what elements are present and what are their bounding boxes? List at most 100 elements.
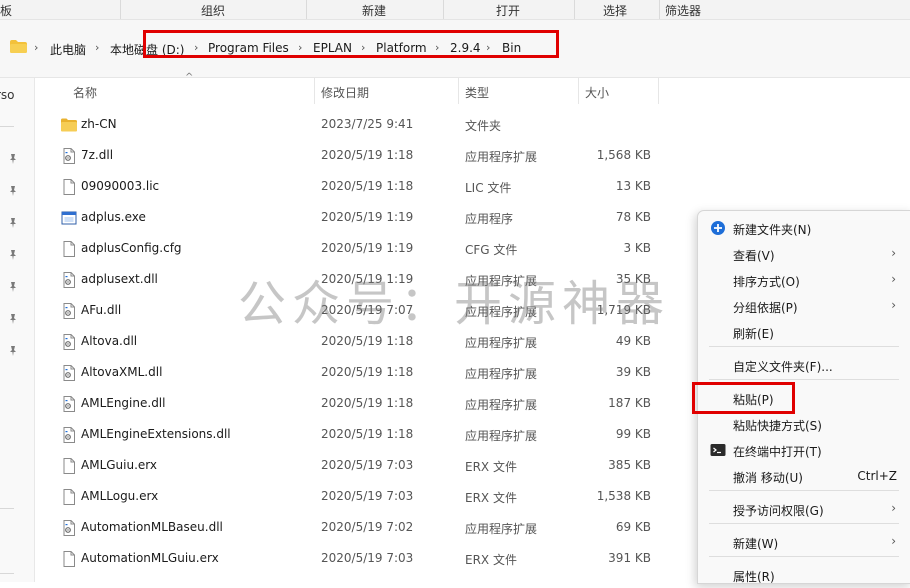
file-row[interactable]: 09090003.lic 2020/5/19 1:18 LIC 文件 13 KB	[40, 171, 660, 202]
dll-icon	[61, 303, 77, 319]
terminal-icon	[710, 442, 726, 458]
menu-separator	[709, 523, 899, 524]
file-date: 2020/5/19 1:18	[321, 365, 414, 379]
file-size: 13 KB	[615, 179, 651, 193]
context-menu-item[interactable]: 查看(V) ›	[698, 241, 910, 267]
context-menu-item[interactable]: 排序方式(O) ›	[698, 267, 910, 293]
ribbon-new[interactable]: 新建	[362, 2, 386, 19]
context-menu-item[interactable]: 分组依据(P) ›	[698, 293, 910, 319]
file-date: 2020/5/19 1:18	[321, 427, 414, 441]
file-icon	[61, 551, 77, 567]
file-type: ERX 文件	[465, 491, 517, 505]
file-row[interactable]: AMLEngine.dll 2020/5/19 1:18 应用程序扩展 187 KB	[40, 388, 660, 419]
file-row[interactable]: 7z.dll 2020/5/19 1:18 应用程序扩展 1,568 KB	[40, 140, 660, 171]
nav-divider	[0, 126, 14, 127]
dll-icon	[61, 334, 77, 350]
column-divider[interactable]	[658, 78, 659, 104]
ribbon-select[interactable]: 选择	[603, 2, 627, 19]
column-divider[interactable]	[314, 78, 315, 104]
context-menu-item[interactable]: 属性(R)	[698, 562, 910, 588]
file-row[interactable]: AMLLogu.erx 2020/5/19 7:03 ERX 文件 1,538 KB	[40, 481, 660, 512]
column-divider[interactable]	[578, 78, 579, 104]
nav-partial-label: rso	[0, 88, 15, 102]
context-menu-item[interactable]: 在终端中打开(T)	[698, 437, 910, 463]
pin-icon	[10, 218, 16, 228]
file-row[interactable]: AutomationMLGuiu.erx 2020/5/19 7:03 ERX 文件…	[40, 543, 660, 574]
column-header-date[interactable]: 修改日期	[321, 84, 369, 101]
context-menu-item[interactable]: 新建(W) ›	[698, 529, 910, 555]
file-row[interactable]: AMLGuiu.erx 2020/5/19 7:03 ERX 文件 385 KB	[40, 450, 660, 481]
context-menu-item[interactable]: 粘贴快捷方式(S)	[698, 411, 910, 437]
menu-separator	[709, 346, 899, 347]
file-name: adplusext.dll	[81, 272, 158, 286]
file-name: AMLEngineExtensions.dll	[81, 427, 231, 441]
breadcrumb-highlight-box	[143, 30, 559, 58]
new-folder-icon	[710, 220, 726, 236]
file-name: adplusConfig.cfg	[81, 241, 182, 255]
file-type: 文件夹	[465, 119, 502, 133]
file-row[interactable]: zh-CN 2023/7/25 9:41 文件夹	[40, 109, 660, 140]
column-header-size[interactable]: 大小	[585, 84, 609, 101]
context-menu-item[interactable]: 授予访问权限(G) ›	[698, 496, 910, 522]
file-date: 2020/5/19 7:03	[321, 458, 414, 472]
file-size: 187 KB	[608, 396, 651, 410]
file-name: AutomationMLBaseu.dll	[81, 520, 223, 534]
ribbon-divider	[574, 0, 575, 19]
menu-item-label: 粘贴快捷方式(S)	[733, 419, 822, 433]
file-size: 69 KB	[615, 520, 651, 534]
menu-item-label: 属性(R)	[733, 570, 775, 584]
file-name: AltovaXML.dll	[81, 365, 163, 379]
menu-item-label: 自定义文件夹(F)...	[733, 360, 833, 374]
file-row[interactable]: AutomationMLBaseu.dll 2020/5/19 7:02 应用程序扩…	[40, 512, 660, 543]
file-date: 2020/5/19 1:19	[321, 241, 414, 255]
dll-icon	[61, 396, 77, 412]
ribbon-open[interactable]: 打开	[496, 2, 520, 19]
file-date: 2020/5/19 7:03	[321, 551, 414, 565]
file-type: 应用程序扩展	[465, 398, 538, 412]
chevron-right-icon: ›	[891, 246, 896, 260]
context-menu-item[interactable]: 撤消 移动(U) Ctrl+Z	[698, 463, 910, 489]
ribbon-divider	[659, 0, 660, 19]
navigation-pane[interactable]: rso	[0, 78, 35, 582]
breadcrumb-item[interactable]: 此电脑	[50, 41, 86, 58]
file-name: 7z.dll	[81, 148, 114, 162]
file-name: zh-CN	[81, 117, 117, 131]
dll-icon	[61, 427, 77, 443]
dll-icon	[61, 365, 77, 381]
file-type: 应用程序扩展	[465, 367, 538, 381]
ribbon-filter[interactable]: 筛选器	[665, 2, 701, 19]
file-size: 78 KB	[615, 210, 651, 224]
file-row[interactable]: AltovaXML.dll 2020/5/19 1:18 应用程序扩展 39 KB	[40, 357, 660, 388]
file-date: 2020/5/19 1:18	[321, 148, 414, 162]
file-date: 2020/5/19 1:19	[321, 210, 414, 224]
ribbon-divider	[120, 0, 121, 19]
file-size: 391 KB	[608, 551, 651, 565]
context-menu-item[interactable]: 新建文件夹(N)	[698, 215, 910, 241]
file-icon	[61, 489, 77, 505]
context-menu-item[interactable]: 自定义文件夹(F)...	[698, 352, 910, 378]
file-size: 3 KB	[623, 241, 651, 255]
column-header-name[interactable]: 名称	[73, 84, 97, 101]
command-ribbon: 板 组织 新建 打开 选择 筛选器	[0, 0, 910, 20]
context-menu-item[interactable]: 刷新(E)	[698, 319, 910, 345]
column-header-type[interactable]: 类型	[465, 84, 489, 101]
file-row[interactable]: adplus.exe 2020/5/19 1:19 应用程序 78 KB	[40, 202, 660, 233]
column-divider[interactable]	[458, 78, 459, 104]
dll-icon	[61, 272, 77, 288]
file-type: LIC 文件	[465, 181, 512, 195]
menu-item-label: 分组依据(P)	[733, 301, 798, 315]
chevron-right-icon: ›	[891, 272, 896, 286]
file-row[interactable]: adplusConfig.cfg 2020/5/19 1:19 CFG 文件 3 KB	[40, 233, 660, 264]
file-name: adplus.exe	[81, 210, 146, 224]
menu-item-label: 撤消 移动(U)	[733, 471, 803, 485]
pin-icon	[10, 346, 16, 356]
file-date: 2023/7/25 9:41	[321, 117, 414, 131]
file-type: ERX 文件	[465, 460, 517, 474]
pin-icon	[10, 250, 16, 260]
file-type: CFG 文件	[465, 243, 518, 257]
file-type: 应用程序扩展	[465, 429, 538, 443]
ribbon-organize[interactable]: 组织	[201, 2, 225, 19]
file-row[interactable]: AMLEngineExtensions.dll 2020/5/19 1:18 应用程…	[40, 419, 660, 450]
menu-separator	[709, 379, 899, 380]
file-date: 2020/5/19 7:03	[321, 489, 414, 503]
